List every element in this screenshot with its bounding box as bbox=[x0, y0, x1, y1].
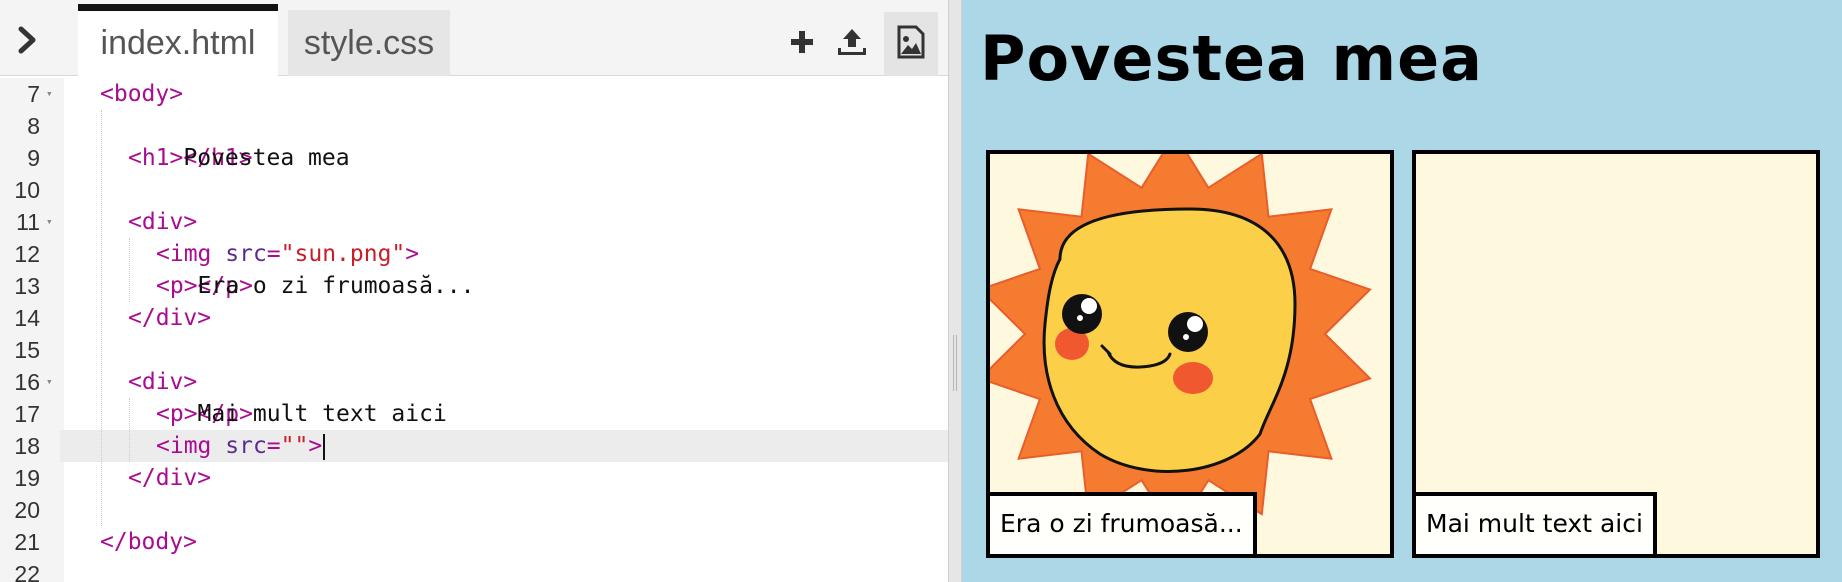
code-line[interactable]: 12 <img src="sun.png"> bbox=[0, 238, 948, 270]
chevron-right-icon bbox=[15, 25, 41, 60]
line-number: 13 bbox=[14, 273, 40, 299]
add-file-button[interactable] bbox=[784, 24, 820, 64]
code-line[interactable]: 19 </div> bbox=[0, 462, 948, 494]
editor-toolbar bbox=[784, 12, 938, 76]
code-line[interactable]: 9 <h1> Povestea mea </h1> bbox=[0, 142, 948, 174]
code-line[interactable]: 21 </body> bbox=[0, 526, 948, 558]
image-library-button[interactable] bbox=[884, 12, 938, 76]
line-number: 15 bbox=[14, 337, 40, 363]
code-editor: index.html style.css 7 ▾ <body> 8 9 <h1> Poves… bbox=[0, 0, 948, 582]
code-text: <div> bbox=[128, 209, 198, 235]
upload-button[interactable] bbox=[834, 24, 870, 64]
editor-tab-bar: index.html style.css bbox=[0, 0, 948, 76]
grip-icon bbox=[953, 335, 957, 391]
preview-heading: Povestea mea bbox=[980, 22, 1484, 95]
line-number: 22 bbox=[14, 561, 40, 582]
comic-panel-2: Mai mult text aici bbox=[1412, 150, 1820, 558]
line-number: 12 bbox=[14, 241, 40, 267]
line-number: 10 bbox=[14, 177, 40, 203]
fold-arrow-icon[interactable]: ▾ bbox=[46, 206, 53, 238]
code-text: <p> Era o zi frumoasă... </p> bbox=[156, 273, 475, 299]
line-number: 9 bbox=[27, 145, 40, 171]
tab-style-css[interactable]: style.css bbox=[288, 10, 450, 76]
toggle-sidebar-button[interactable] bbox=[10, 24, 46, 60]
code-line[interactable]: 16 ▾ <div> bbox=[0, 366, 948, 398]
code-text: <h1> Povestea mea </h1> bbox=[128, 145, 350, 171]
code-line[interactable]: 10 bbox=[0, 174, 948, 206]
code-text: <img src="sun.png"> bbox=[156, 241, 420, 267]
code-text: <p> Mai mult text aici </p> bbox=[156, 401, 447, 427]
code-line[interactable]: 15 bbox=[0, 334, 948, 366]
plus-icon bbox=[788, 28, 816, 61]
line-number: 18 bbox=[14, 433, 40, 459]
code-line[interactable]: 14 </div> bbox=[0, 302, 948, 334]
code-line[interactable]: 8 bbox=[0, 110, 948, 142]
code-line[interactable]: 11 ▾ <div> bbox=[0, 206, 948, 238]
code-line[interactable]: 7 ▾ <body> bbox=[0, 78, 948, 110]
indent-guide bbox=[101, 110, 102, 526]
code-text: </div> bbox=[128, 305, 212, 331]
line-number: 19 bbox=[14, 465, 40, 491]
indent-guide bbox=[129, 398, 130, 462]
fold-arrow-icon[interactable]: ▾ bbox=[46, 366, 53, 398]
fold-arrow-icon[interactable]: ▾ bbox=[46, 78, 53, 110]
panel-1-caption: Era o zi frumoasă... bbox=[990, 492, 1257, 554]
upload-icon bbox=[836, 26, 868, 63]
tab-index-html[interactable]: index.html bbox=[78, 4, 278, 76]
code-text: <img src=""> bbox=[156, 430, 326, 462]
code-area[interactable]: 7 ▾ <body> 8 9 <h1> Povestea mea </h1> 10 11 ▾ <div… bbox=[0, 78, 948, 582]
code-line[interactable]: 20 bbox=[0, 494, 948, 526]
text-cursor bbox=[323, 433, 326, 460]
code-text: </div> bbox=[128, 465, 212, 491]
line-number: 16 bbox=[14, 369, 40, 395]
image-icon bbox=[896, 25, 926, 64]
panel-2-caption: Mai mult text aici bbox=[1416, 492, 1657, 554]
code-line[interactable]: 22 bbox=[0, 558, 948, 582]
line-number: 20 bbox=[14, 497, 40, 523]
code-line[interactable]: 13 <p> Era o zi frumoasă... </p> bbox=[0, 270, 948, 302]
comic-panel-1: Era o zi frumoasă... bbox=[986, 150, 1394, 558]
line-number: 14 bbox=[14, 305, 40, 331]
web-preview: Povestea mea Era o zi frumoasă... Mai mu… bbox=[962, 0, 1842, 582]
code-text: <body> bbox=[100, 81, 184, 107]
line-number: 7 bbox=[27, 81, 40, 107]
code-text: <div> bbox=[128, 369, 198, 395]
line-number: 21 bbox=[14, 529, 40, 555]
code-line[interactable]: 18 <img src=""> bbox=[0, 430, 948, 462]
indent-guide bbox=[129, 238, 130, 302]
line-number: 11 bbox=[16, 209, 40, 235]
code-text: </body> bbox=[100, 529, 197, 555]
pane-resize-handle[interactable] bbox=[948, 0, 962, 582]
code-line[interactable]: 17 <p> Mai mult text aici </p> bbox=[0, 398, 948, 430]
line-number: 17 bbox=[14, 401, 40, 427]
line-number: 8 bbox=[27, 113, 40, 139]
